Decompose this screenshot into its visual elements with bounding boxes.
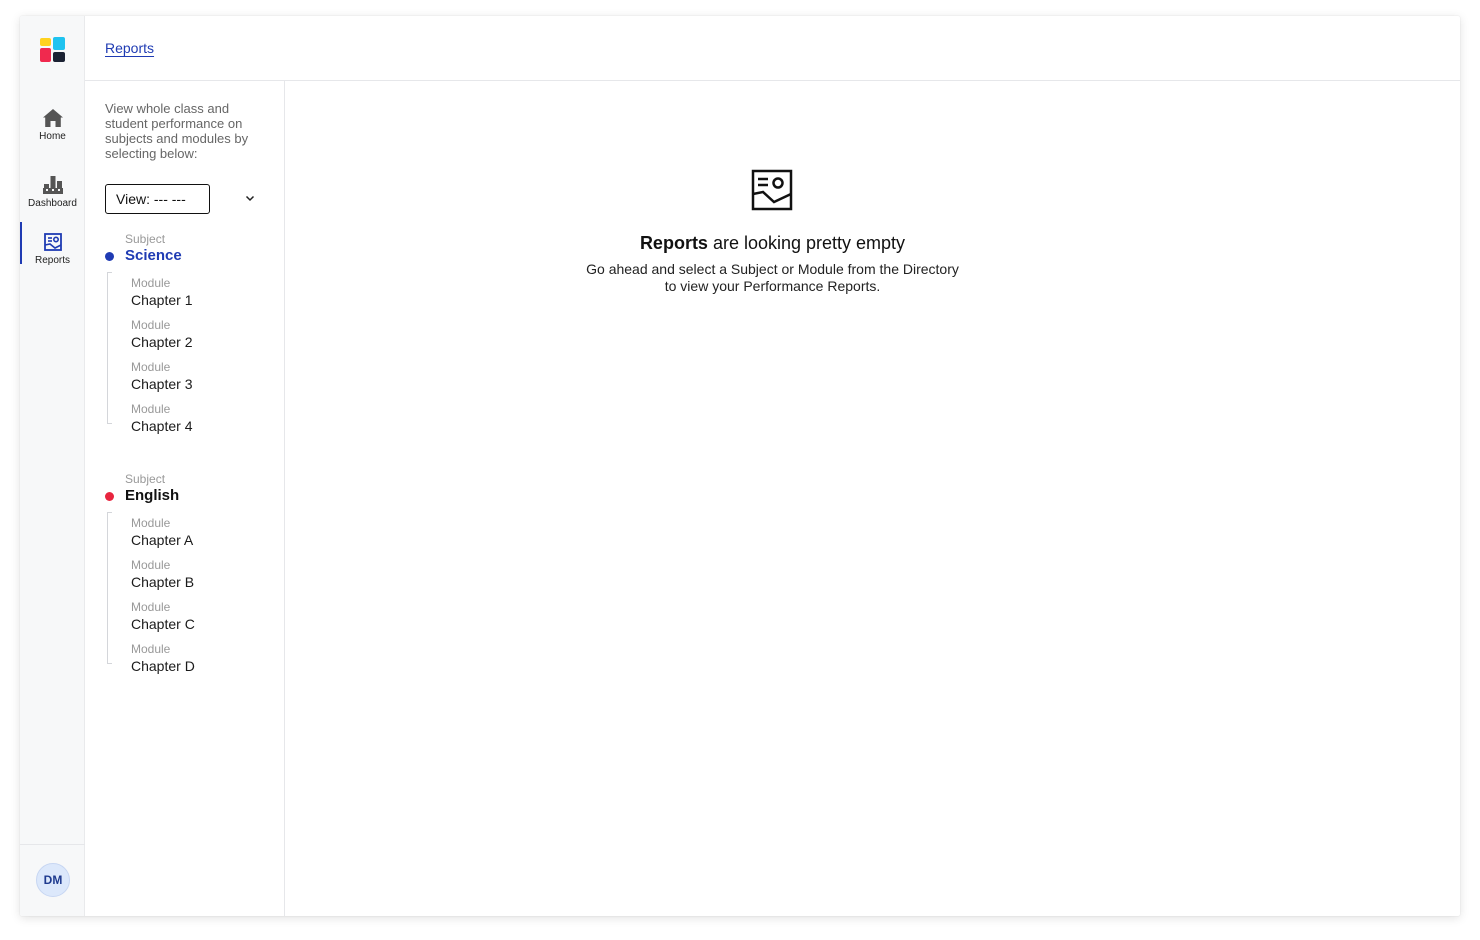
module-kicker: Module [131,276,171,290]
nav-item-dashboard[interactable]: Dashboard [20,175,85,209]
subject-kicker: Subject [125,232,166,246]
nav-item-home[interactable]: Home [20,108,85,142]
view-select[interactable]: View: --- --- [105,184,210,214]
home-icon [42,109,63,127]
module-kicker: Module [131,516,171,530]
dashboard-icon [42,176,63,194]
empty-state-title-rest: are looking pretty empty [707,233,906,253]
nav-item-label: Home [39,131,66,142]
module-name: Chapter D [131,658,195,674]
empty-state-line-2: to view your Performance Reports. [664,278,881,294]
empty-state-title-bold: Reports [639,233,708,253]
module-item-chapter-d[interactable]: Module Chapter D [108,642,258,682]
directory-panel: View whole class and student performance… [85,81,285,916]
module-name: Chapter 3 [131,376,193,392]
subject-science: Subject Science Module Chapter 1 Module … [85,232,285,434]
module-item-chapter-c[interactable]: Module Chapter C [108,600,258,640]
module-name: Chapter B [131,574,195,590]
reports-icon [43,233,62,251]
reports-main: Reports are looking pretty empty Go ahea… [285,81,1460,916]
avatar[interactable]: DM [36,863,70,897]
app-logo-icon[interactable] [39,36,67,64]
module-kicker: Module [131,360,171,374]
module-name: Chapter A [131,532,194,548]
nav-item-reports[interactable]: Reports [20,222,85,266]
nav-item-label: Dashboard [28,198,77,209]
subject-english: Subject English Module Chapter A Module … [85,472,285,674]
nav-rail: Home Dashboard Reports DM [20,16,85,916]
chevron-down-icon[interactable] [244,192,256,204]
rail-footer: DM [20,844,85,916]
module-list: Module Chapter A Module Chapter B Module… [107,512,258,674]
directory-intro: View whole class and student performance… [105,101,249,161]
module-item-chapter-b[interactable]: Module Chapter B [108,558,258,598]
report-image-icon [751,169,793,211]
module-item-chapter-1[interactable]: Module Chapter 1 [108,276,258,316]
empty-state-title: Reports are looking pretty empty [285,233,1260,254]
module-name: Chapter 2 [131,334,193,350]
empty-state-body: Go ahead and select a Subject or Module … [285,261,1260,295]
subject-name[interactable]: English [125,487,179,504]
breadcrumb-reports[interactable]: Reports [105,40,154,56]
subject-color-dot [105,492,114,501]
nav-item-label: Reports [34,255,70,266]
module-kicker: Module [131,642,171,656]
app-window: Home Dashboard Reports DM Reports View w… [20,16,1460,916]
module-list: Module Chapter 1 Module Chapter 2 Module… [107,272,258,434]
top-header: Reports [85,16,1460,81]
module-item-chapter-4[interactable]: Module Chapter 4 [108,402,258,442]
module-item-chapter-2[interactable]: Module Chapter 2 [108,318,258,358]
module-kicker: Module [131,318,171,332]
subject-color-dot [105,252,114,261]
subject-kicker: Subject [125,472,166,486]
module-kicker: Module [131,402,171,416]
module-name: Chapter 4 [131,418,193,434]
module-item-chapter-3[interactable]: Module Chapter 3 [108,360,258,400]
module-kicker: Module [131,558,171,572]
module-kicker: Module [131,600,171,614]
module-name: Chapter C [131,616,195,632]
module-name: Chapter 1 [131,292,193,308]
module-item-chapter-a[interactable]: Module Chapter A [108,516,258,556]
subject-name[interactable]: Science [125,247,182,264]
empty-state-line-1: Go ahead and select a Subject or Module … [586,261,959,277]
